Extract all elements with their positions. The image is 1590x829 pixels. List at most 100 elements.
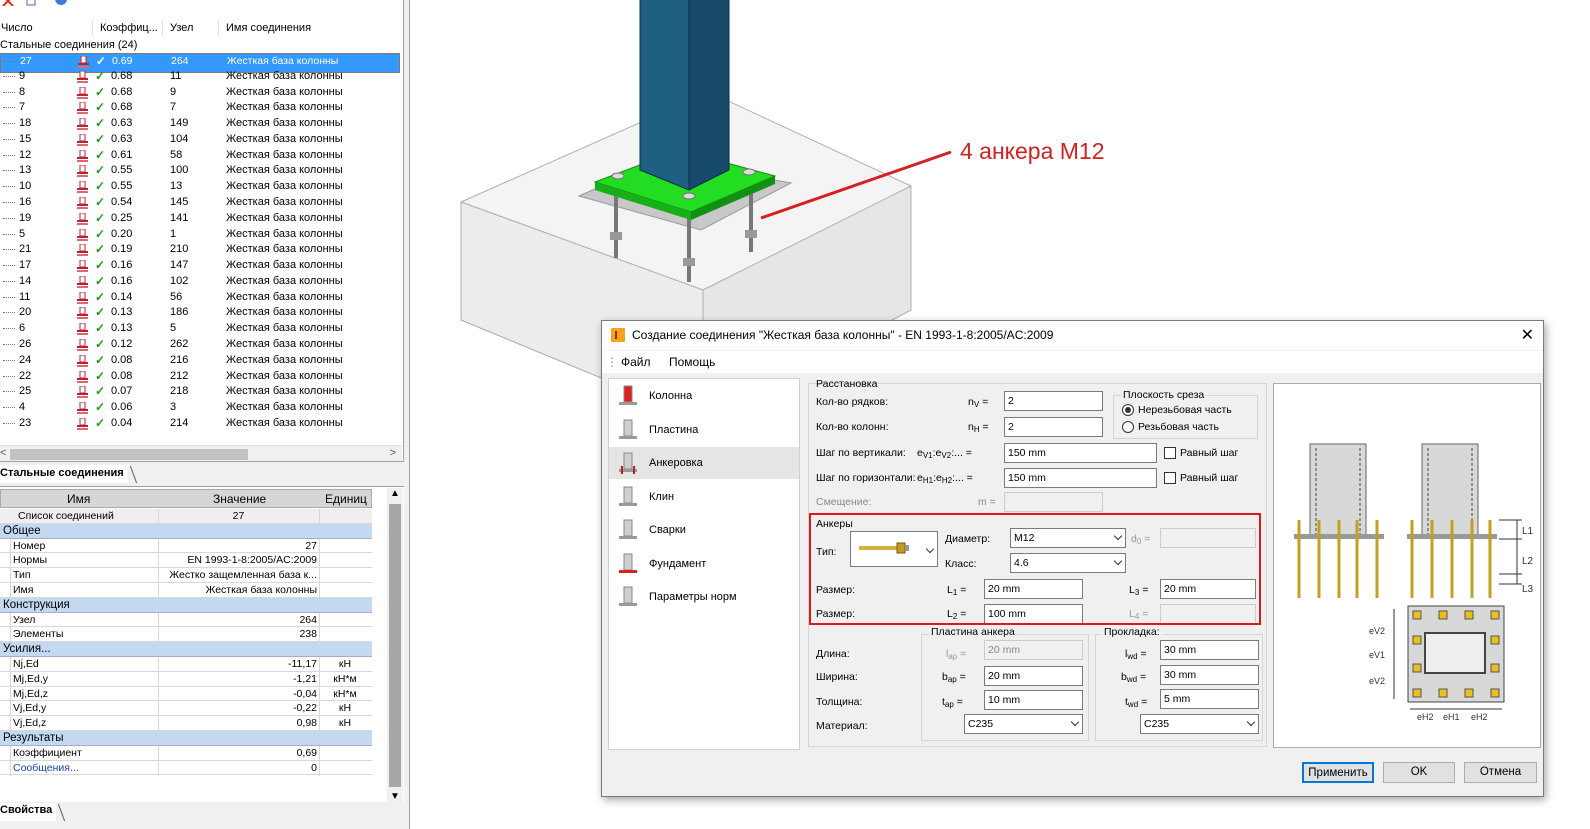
tree-row[interactable]: 22 ✓ 0.08 212 Жесткая база колонны [0, 369, 400, 385]
tree-row[interactable]: 12 ✓ 0.61 58 Жесткая база колонны [0, 148, 400, 164]
scroll-thumb[interactable] [10, 449, 248, 460]
ok-button[interactable]: OK [1383, 762, 1455, 783]
offset-input[interactable] [1004, 492, 1103, 512]
tree-row[interactable]: 16 ✓ 0.54 145 Жесткая база колонны [0, 195, 400, 211]
props-row[interactable]: Сообщения... 0 [0, 760, 372, 776]
nav-item-wedge[interactable]: Клин [609, 481, 799, 513]
plate-width-input[interactable]: 20 mm [984, 666, 1083, 686]
tree-row[interactable]: 9 ✓ 0.68 11 Жесткая база колонны [0, 69, 400, 85]
plate-length-input[interactable]: 20 mm [984, 640, 1083, 660]
plate-thickness-input[interactable]: 10 mm [984, 690, 1083, 710]
props-row[interactable]: Имя Жесткая база колонны [0, 583, 372, 598]
connections-tree: Число Коэффиц... Узел Имя соединения Ста… [0, 0, 404, 462]
col-name[interactable]: Имя соединения [226, 22, 311, 34]
nav-item-weld[interactable]: Сварки [609, 514, 799, 546]
tree-row[interactable]: 25 ✓ 0.07 218 Жесткая база колонны [0, 384, 400, 400]
tree-row[interactable]: 5 ✓ 0.20 1 Жесткая база колонны [0, 227, 400, 243]
washer-width-input[interactable]: 30 mm [1160, 665, 1259, 685]
anchor-schematic: L1 L2 L3 eV2 eV1 eV2 eH2 eH1 eH2 [1273, 383, 1541, 748]
tree-row[interactable]: 19 ✓ 0.25 141 Жесткая база колонны [0, 211, 400, 227]
row-number: 23 [19, 416, 32, 429]
nav-item-code-params[interactable]: Параметры норм [609, 581, 799, 613]
unthreaded-radio[interactable] [1122, 404, 1134, 416]
props-category[interactable]: Усилия... [0, 642, 372, 657]
threaded-radio[interactable] [1122, 421, 1134, 433]
props-row[interactable]: Номер 27 [0, 538, 372, 554]
tree-row[interactable]: 26 ✓ 0.12 262 Жесткая база колонны [0, 337, 400, 353]
cols-input[interactable]: 2 [1004, 417, 1103, 437]
tree-row[interactable]: 13 ✓ 0.55 100 Жесткая база колонны [0, 163, 400, 179]
apply-button[interactable]: Применить [1302, 762, 1374, 783]
col-coef[interactable]: Коэффиц... [100, 22, 158, 34]
prop-name: Узел [13, 613, 36, 626]
delete-icon[interactable] [2, 0, 14, 6]
props-row[interactable]: Vj,Ed,y -0,22 кН [0, 701, 372, 717]
scroll-right-icon[interactable]: > [390, 447, 396, 459]
props-row[interactable]: Нормы EN 1993-1-8:2005/AC:2009 [0, 553, 372, 569]
hstep-input[interactable]: 150 mm [1004, 468, 1157, 488]
tab-steel-connections[interactable]: Стальные соединения [0, 465, 128, 483]
tree-row[interactable]: 17 ✓ 0.16 147 Жесткая база колонны [0, 258, 400, 274]
tree-row[interactable]: 18 ✓ 0.63 149 Жесткая база колонны [0, 116, 400, 132]
props-row[interactable]: Mj,Ed,y -1,21 кН*м [0, 671, 372, 687]
tree-row[interactable]: 24 ✓ 0.08 216 Жесткая база колонны [0, 353, 400, 369]
row-name: Жесткая база колонны [226, 196, 343, 209]
anchorage-icon [619, 452, 637, 474]
props-row[interactable]: Vj,Ed,z 0,98 кН [0, 716, 372, 732]
horizontal-scrollbar[interactable]: < > [0, 445, 402, 461]
tree-row[interactable]: 15 ✓ 0.63 104 Жесткая база колонны [0, 132, 400, 148]
nav-item-plate[interactable]: Пластина [609, 414, 799, 446]
menu-file[interactable]: Файл [621, 355, 651, 369]
tree-row[interactable]: 21 ✓ 0.19 210 Жесткая база колонны [0, 242, 400, 258]
col-node[interactable]: Узел [170, 22, 193, 34]
props-row[interactable]: Элементы 238 [0, 627, 372, 643]
props-category[interactable]: Результаты [0, 731, 372, 746]
props-row[interactable]: Коэффициент 0,69 [0, 745, 372, 761]
tree-row[interactable]: 20 ✓ 0.13 186 Жесткая база колонны [0, 305, 400, 321]
col-number[interactable]: Число [1, 22, 33, 34]
group-label[interactable]: Стальные соединения (24) [0, 39, 137, 51]
props-row[interactable]: Тип Жестко защемленная база к... [0, 568, 372, 584]
scroll-left-icon[interactable]: < [0, 447, 6, 459]
hstep-equal-checkbox[interactable] [1164, 472, 1176, 484]
tree-row[interactable]: 11 ✓ 0.14 56 Жесткая база колонны [0, 290, 400, 306]
menu-help[interactable]: Помощь [669, 355, 715, 369]
scroll-up-icon[interactable]: ▲ [390, 488, 400, 499]
prop-name: Сообщения... [13, 761, 79, 774]
nav-item-anchorage[interactable]: Анкеровка [609, 447, 799, 479]
vstep-equal-checkbox[interactable] [1164, 447, 1176, 459]
plate-material-select[interactable]: C235 [964, 714, 1083, 734]
row-number: 13 [19, 164, 32, 177]
tree-row[interactable]: 6 ✓ 0.13 5 Жесткая база колонны [0, 321, 400, 337]
props-scrollbar[interactable]: ▲ ▼ [387, 488, 403, 802]
tab-properties[interactable]: Свойства [0, 803, 57, 821]
rows-input[interactable]: 2 [1004, 391, 1103, 411]
tree-row[interactable]: 10 ✓ 0.55 13 Жесткая база колонны [0, 179, 400, 195]
props-scroll-thumb[interactable] [389, 504, 401, 787]
tree-row[interactable]: 14 ✓ 0.16 102 Жесткая база колонны [0, 274, 400, 290]
nav-item-column[interactable]: Колонна [609, 380, 799, 412]
props-row[interactable]: Список соединений 27 [0, 509, 372, 524]
check-icon: ✓ [95, 226, 106, 241]
props-row[interactable]: Nj,Ed -11,17 кН [0, 657, 372, 672]
nav-item-foundation[interactable]: Фундамент [609, 548, 799, 580]
prop-value: 238 [299, 628, 317, 641]
vstep-input[interactable]: 150 mm [1004, 443, 1157, 463]
props-row[interactable]: Mj,Ed,z -0,04 кН*м [0, 686, 372, 702]
info-icon[interactable] [55, 0, 67, 6]
washer-length-input[interactable]: 30 mm [1160, 640, 1259, 660]
tree-row[interactable]: 23 ✓ 0.04 214 Жесткая база колонны [0, 416, 400, 432]
cancel-button[interactable]: Отмена [1464, 762, 1537, 783]
scroll-down-icon[interactable]: ▼ [390, 791, 400, 802]
tree-row[interactable]: 7 ✓ 0.68 7 Жесткая база колонны [0, 100, 400, 116]
row-coef: 0.04 [111, 416, 133, 429]
washer-material-select[interactable]: C235 [1140, 714, 1259, 734]
tree-row[interactable]: 4 ✓ 0.06 3 Жесткая база колонны [0, 400, 400, 416]
document-icon[interactable] [25, 0, 37, 6]
props-category[interactable]: Общее [0, 523, 372, 539]
props-category[interactable]: Конструкция [0, 597, 372, 613]
tree-row[interactable]: 8 ✓ 0.68 9 Жесткая база колонны [0, 85, 400, 101]
close-icon[interactable]: ✕ [1521, 325, 1534, 345]
props-row[interactable]: Узел 264 [0, 612, 372, 628]
washer-thickness-input[interactable]: 5 mm [1160, 689, 1259, 709]
